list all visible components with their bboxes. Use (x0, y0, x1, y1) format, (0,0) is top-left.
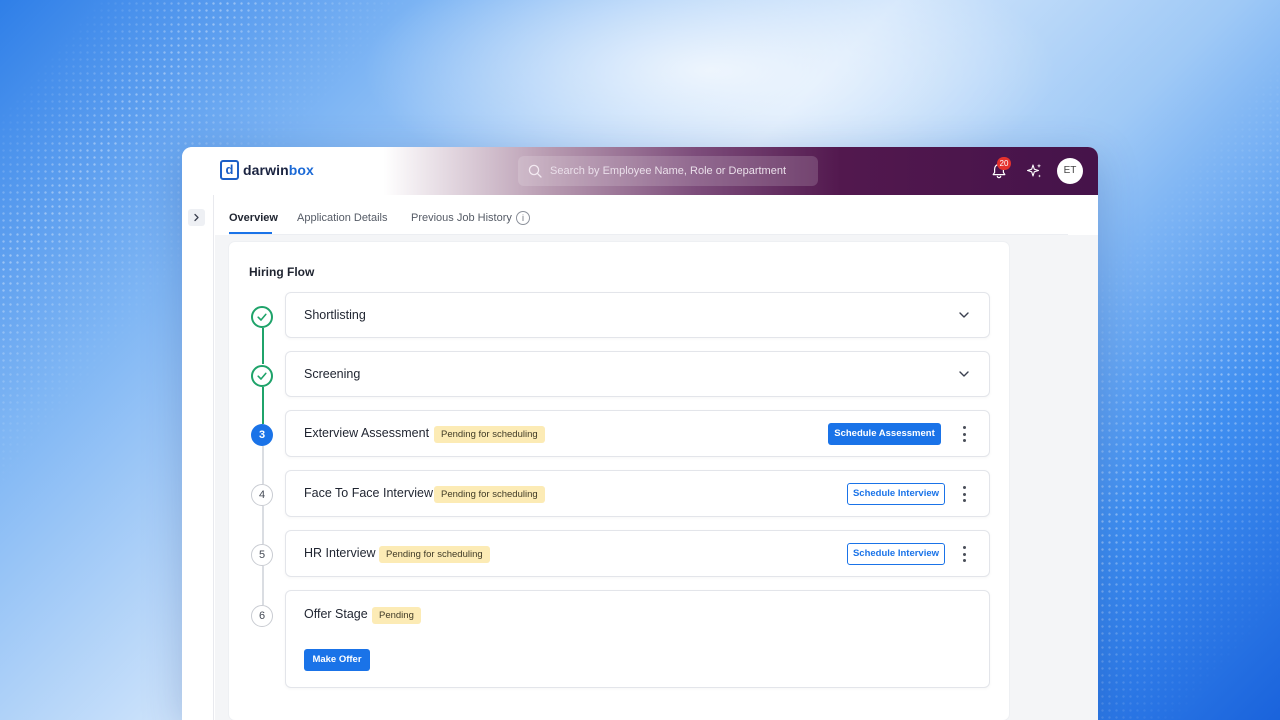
schedule-interview-button[interactable]: Schedule Interview (847, 483, 945, 505)
search-icon (528, 164, 542, 178)
step-marker-5: 5 (251, 544, 273, 566)
step-shortlisting[interactable]: Shortlisting (285, 292, 990, 338)
step-exterview-assessment: Exterview Assessment Pending for schedul… (285, 410, 990, 457)
chevron-down-icon[interactable] (957, 367, 971, 381)
sidebar (182, 195, 214, 720)
step-label: Screening (304, 367, 361, 381)
status-badge: Pending (372, 607, 421, 624)
progress-track-done-1 (262, 328, 264, 364)
step-label: Shortlisting (304, 308, 366, 322)
tab-application-details[interactable]: Application Details (297, 212, 388, 224)
user-avatar[interactable]: ET (1057, 158, 1083, 184)
chevron-right-icon (194, 213, 199, 222)
more-options-icon[interactable] (961, 486, 967, 502)
step-hr-interview: HR Interview Pending for scheduling Sche… (285, 530, 990, 577)
progress-track-pending-1 (262, 446, 264, 484)
schedule-assessment-button[interactable]: Schedule Assessment (828, 423, 941, 445)
step-marker-screening (251, 365, 273, 387)
step-label: Exterview Assessment (304, 426, 430, 440)
status-badge: Pending for scheduling (434, 486, 545, 503)
logo-text: darwinbox (243, 162, 314, 178)
progress-track-pending-3 (262, 566, 264, 605)
progress-track-done-2 (262, 387, 264, 424)
search-bar[interactable] (518, 156, 818, 186)
schedule-interview-button[interactable]: Schedule Interview (847, 543, 945, 565)
step-label: Offer Stage (304, 607, 368, 621)
logo-text-suffix: box (288, 162, 314, 178)
step-face-to-face-interview: Face To Face Interview Pending for sched… (285, 470, 990, 517)
step-marker-4: 4 (251, 484, 273, 506)
step-offer-stage: Offer Stage Pending Make Offer (285, 590, 990, 688)
tab-overview[interactable]: Overview (229, 212, 278, 224)
logo-mark-icon: d (220, 160, 239, 180)
darwinbox-logo[interactable]: d darwinbox (220, 160, 314, 180)
chevron-down-icon[interactable] (957, 308, 971, 322)
status-badge: Pending for scheduling (434, 426, 545, 443)
progress-track-pending-2 (262, 506, 264, 544)
search-input[interactable] (550, 165, 800, 177)
step-label: Face To Face Interview (304, 486, 433, 500)
more-options-icon[interactable] (961, 546, 967, 562)
sparkle-ai-icon[interactable] (1025, 162, 1043, 180)
app-window: d darwinbox 20 ET (182, 147, 1098, 720)
logo-text-prefix: darwin (243, 162, 289, 178)
top-bar: d darwinbox 20 ET (182, 147, 1098, 195)
tabs-divider (229, 234, 1068, 235)
step-marker-shortlisting (251, 306, 273, 328)
check-icon (257, 313, 267, 321)
step-marker-3: 3 (251, 424, 273, 446)
hiring-flow-title: Hiring Flow (249, 265, 315, 279)
info-icon[interactable]: i (516, 211, 530, 225)
notification-badge: 20 (997, 157, 1011, 170)
step-label: HR Interview (304, 546, 376, 560)
status-badge: Pending for scheduling (379, 546, 490, 563)
step-marker-6: 6 (251, 605, 273, 627)
sidebar-expand-button[interactable] (188, 209, 205, 226)
step-screening[interactable]: Screening (285, 351, 990, 397)
tab-previous-job-history[interactable]: Previous Job History (411, 212, 512, 224)
main-content: Overview Application Details Previous Jo… (215, 195, 1098, 720)
more-options-icon[interactable] (961, 426, 967, 442)
make-offer-button[interactable]: Make Offer (304, 649, 370, 671)
check-icon (257, 372, 267, 380)
hiring-flow-card: Hiring Flow 3 4 5 6 Shortlisting Screeni… (229, 242, 1009, 720)
tab-bar: Overview Application Details Previous Jo… (215, 195, 1098, 235)
